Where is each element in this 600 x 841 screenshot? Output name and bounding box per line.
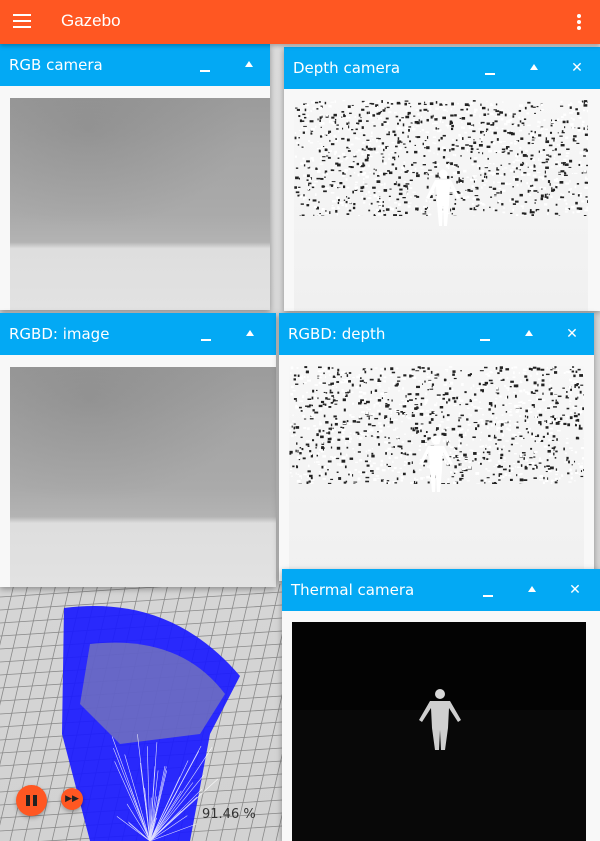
minimize-icon[interactable] <box>196 323 218 345</box>
panel-header[interactable]: RGB camera <box>0 44 270 86</box>
rgbd-image-panel[interactable]: RGBD: image <box>0 313 276 587</box>
rgb-camera-image <box>10 98 270 310</box>
collapse-icon[interactable] <box>238 54 260 76</box>
step-button[interactable]: ▶▶ <box>61 788 83 810</box>
panel-title: RGBD: image <box>9 325 110 343</box>
close-icon[interactable]: ✕ <box>564 579 586 601</box>
person-figure <box>419 689 461 750</box>
more-vert-icon[interactable] <box>574 13 584 31</box>
panel-header[interactable]: RGBD: depth ✕ <box>279 313 594 355</box>
close-icon[interactable]: ✕ <box>566 57 588 79</box>
app-bar: Gazebo <box>0 0 600 44</box>
collapse-icon[interactable] <box>521 579 543 601</box>
collapse-icon[interactable] <box>523 57 545 79</box>
collapse-icon[interactable] <box>518 323 540 345</box>
hamburger-menu-icon[interactable] <box>13 13 31 29</box>
rgb-camera-panel[interactable]: RGB camera <box>0 44 270 310</box>
panel-header[interactable]: Depth camera ✕ <box>284 47 600 89</box>
panel-header[interactable]: RGBD: image <box>0 313 276 355</box>
pause-button[interactable] <box>16 785 47 816</box>
collapse-icon[interactable] <box>239 323 261 345</box>
minimize-icon[interactable] <box>475 323 497 345</box>
person-figure <box>426 169 460 226</box>
depth-camera-image <box>294 100 588 311</box>
rgbd-depth-panel[interactable]: RGBD: depth ✕ <box>279 313 594 581</box>
panel-title: Thermal camera <box>291 581 415 599</box>
close-icon[interactable]: ✕ <box>561 323 583 345</box>
panel-title: Depth camera <box>293 59 401 77</box>
rgbd-image <box>10 367 276 587</box>
person-figure <box>419 435 453 492</box>
thermal-camera-image <box>292 622 586 841</box>
minimize-icon[interactable] <box>480 57 502 79</box>
thermal-camera-panel[interactable]: Thermal camera ✕ <box>282 569 600 841</box>
panel-title: RGBD: depth <box>288 325 386 343</box>
panel-title: RGB camera <box>9 56 103 74</box>
fast-forward-icon: ▶▶ <box>65 794 79 804</box>
rgbd-depth-image <box>289 366 584 581</box>
minimize-icon[interactable] <box>478 579 500 601</box>
depth-camera-panel[interactable]: Depth camera ✕ <box>284 47 600 311</box>
app-title: Gazebo <box>61 11 121 30</box>
pause-icon <box>26 795 37 806</box>
minimize-icon[interactable] <box>195 54 217 76</box>
real-time-factor: 91.46 % <box>202 807 256 822</box>
panel-header[interactable]: Thermal camera ✕ <box>282 569 600 611</box>
